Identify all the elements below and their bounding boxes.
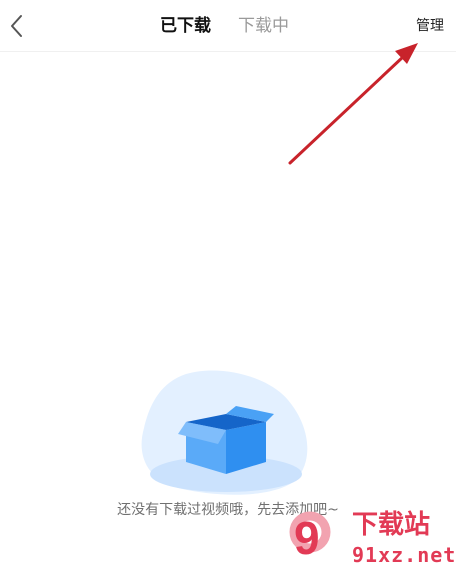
empty-box-icon	[141, 370, 308, 495]
watermark: 9 下载站 91xz.net	[286, 508, 456, 570]
watermark-url: 91xz.net	[352, 543, 456, 567]
watermark-logo: 9	[289, 511, 331, 564]
top-bar: 已下载 下载中 管理	[0, 0, 456, 52]
back-button[interactable]	[4, 10, 30, 42]
tab-downloading[interactable]: 下载中	[238, 14, 289, 38]
chevron-left-icon	[11, 15, 22, 37]
watermark-logo-text: 9	[294, 512, 320, 564]
manage-button[interactable]: 管理	[416, 16, 444, 36]
watermark-title: 下载站	[352, 510, 431, 540]
tab-downloaded[interactable]: 已下载	[160, 14, 211, 38]
